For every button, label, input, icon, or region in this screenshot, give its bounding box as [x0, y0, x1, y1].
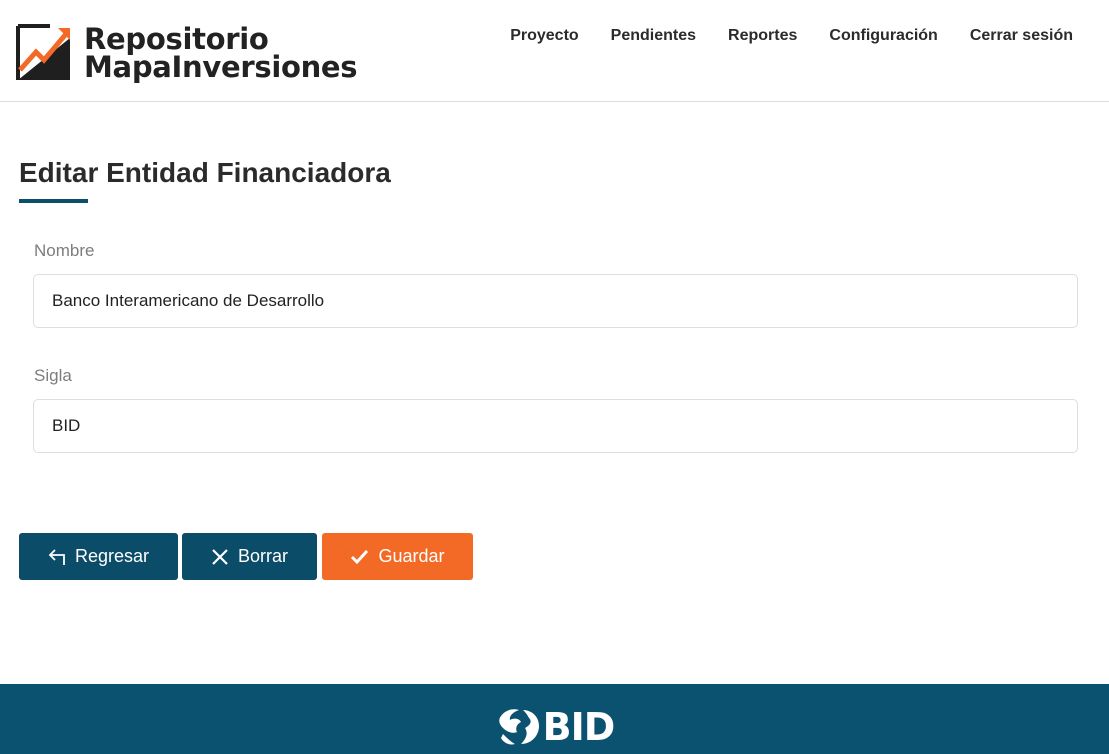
guardar-label: Guardar [378, 546, 445, 566]
nav-proyecto[interactable]: Proyecto [510, 27, 578, 45]
footer-logo-text: BID [542, 705, 616, 749]
nav-cerrar-sesion[interactable]: Cerrar sesión [970, 27, 1073, 45]
title-underline [19, 199, 88, 203]
bid-logo: BID [495, 705, 615, 749]
brand-logo[interactable]: Repositorio MapaInversiones [16, 22, 358, 84]
borrar-label: Borrar [237, 546, 288, 566]
nombre-label: Nombre [34, 241, 95, 260]
brand-line-2: MapaInversiones [84, 50, 358, 84]
globe-icon [498, 709, 539, 745]
nombre-input[interactable] [33, 274, 1078, 328]
page-title: Editar Entidad Financiadora [19, 157, 391, 188]
main-nav: Proyecto Pendientes Reportes Configuraci… [478, 27, 1073, 45]
regresar-label: Regresar [74, 546, 150, 566]
nav-configuracion[interactable]: Configuración [829, 27, 937, 45]
site-header: Repositorio MapaInversiones Proyecto Pen… [0, 0, 1109, 102]
return-arrow-icon [48, 548, 66, 566]
borrar-button[interactable]: Borrar [182, 533, 317, 580]
regresar-button[interactable]: Regresar [19, 533, 178, 580]
guardar-button[interactable]: Guardar [322, 533, 473, 580]
sigla-input[interactable] [33, 399, 1078, 453]
brand-name: Repositorio MapaInversiones [84, 22, 358, 84]
brand-line-1: Repositorio [84, 22, 269, 56]
nav-pendientes[interactable]: Pendientes [611, 27, 696, 45]
sigla-label: Sigla [34, 366, 72, 385]
site-footer: BID [0, 684, 1109, 754]
trend-chart-icon [16, 24, 70, 80]
close-icon [211, 548, 229, 566]
checkmark-icon [350, 549, 369, 565]
nav-reportes[interactable]: Reportes [728, 27, 797, 45]
